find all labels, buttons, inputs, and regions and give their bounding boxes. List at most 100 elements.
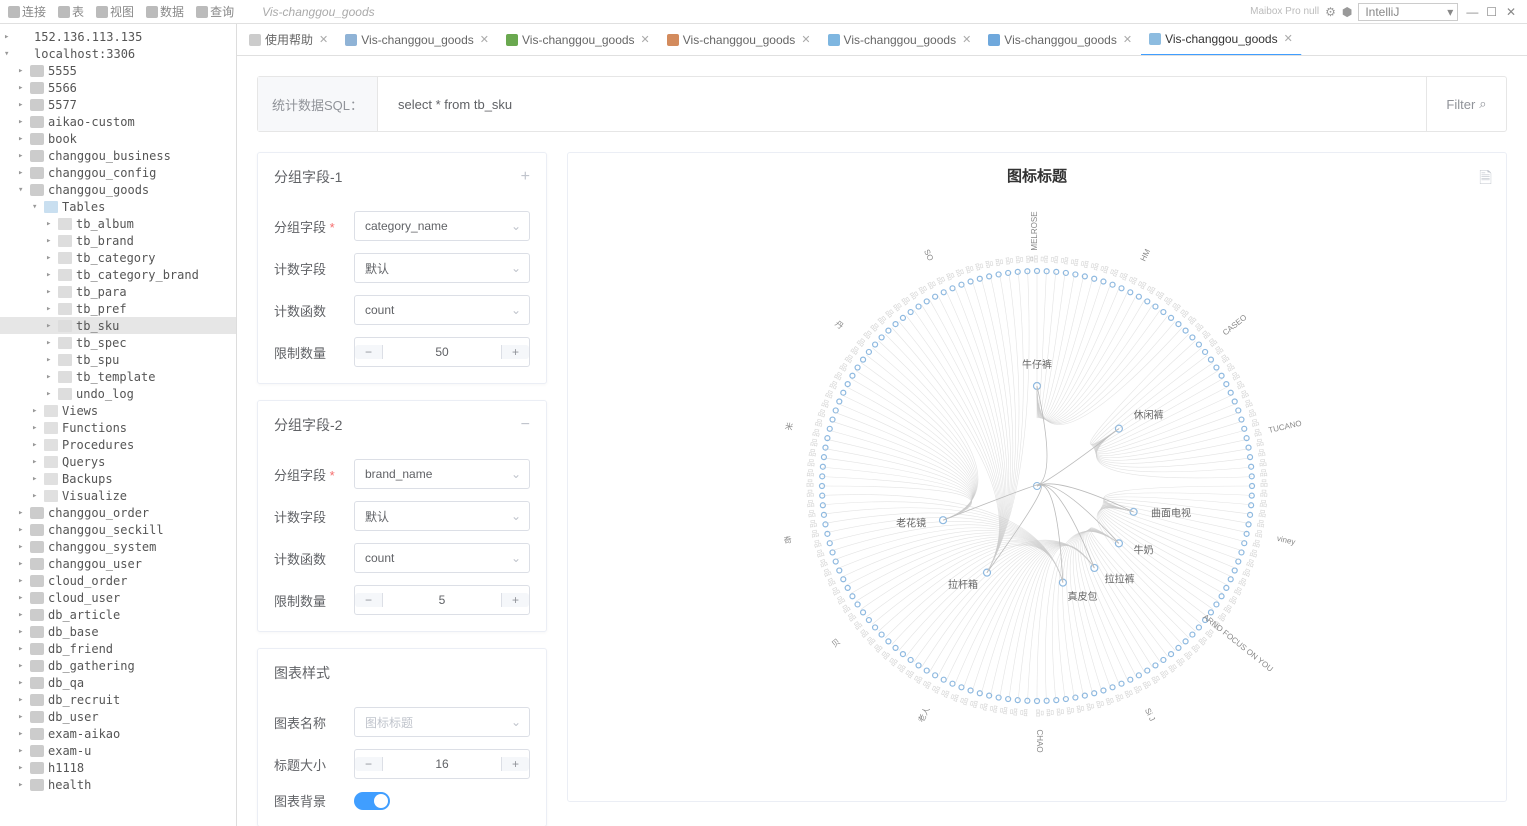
decrement-button[interactable]: −	[355, 345, 383, 359]
tree-node-changgou_config[interactable]: ▸changgou_config	[0, 164, 236, 181]
tree-node-cloud_order[interactable]: ▸cloud_order	[0, 572, 236, 589]
group1-limit-stepper[interactable]: − 50 +	[354, 337, 530, 367]
group2-countfield-select[interactable]: 默认	[354, 501, 530, 531]
tab-1[interactable]: Vis-changgou_goods✕	[337, 24, 498, 56]
tree-node-tb_category_brand[interactable]: ▸tb_category_brand	[0, 266, 236, 283]
tab-6[interactable]: Vis-changgou_goods✕	[1141, 24, 1302, 56]
tree-node-tb_category[interactable]: ▸tb_category	[0, 249, 236, 266]
tree-node-5566[interactable]: ▸5566	[0, 79, 236, 96]
group1-add-button[interactable]: +	[521, 168, 530, 186]
title-size-stepper[interactable]: − 16 +	[354, 749, 530, 779]
hex-icon[interactable]: ⬢	[1342, 5, 1352, 19]
tree-node-Querys[interactable]: ▸Querys	[0, 453, 236, 470]
svg-text:品: 品	[1075, 704, 1085, 713]
increment-button[interactable]: +	[501, 345, 529, 359]
menubar: 连接 表 视图 数据 查询 Vis-changgou_goods Maibox …	[0, 0, 1527, 24]
tree-node-5577[interactable]: ▸5577	[0, 96, 236, 113]
group1-field-select[interactable]: category_name	[354, 211, 530, 241]
menu-connect[interactable]: 连接	[8, 3, 46, 20]
tree-node-tb_album[interactable]: ▸tb_album	[0, 215, 236, 232]
database-tree[interactable]: ▸152.136.113.135▾localhost:3306▸5555▸556…	[0, 24, 237, 826]
tree-node-tb_spec[interactable]: ▸tb_spec	[0, 334, 236, 351]
tree-node-Tables[interactable]: ▾Tables	[0, 198, 236, 215]
tree-node-tb_spu[interactable]: ▸tb_spu	[0, 351, 236, 368]
tree-node-Views[interactable]: ▸Views	[0, 402, 236, 419]
menu-view[interactable]: 视图	[96, 3, 134, 20]
tree-node-db_user[interactable]: ▸db_user	[0, 708, 236, 725]
tree-node-db_recruit[interactable]: ▸db_recruit	[0, 691, 236, 708]
close-icon[interactable]: ✕	[801, 33, 810, 46]
tree-node-health[interactable]: ▸health	[0, 776, 236, 793]
tab-0[interactable]: 使用帮助✕	[241, 24, 337, 56]
tree-node-Procedures[interactable]: ▸Procedures	[0, 436, 236, 453]
tree-node-book[interactable]: ▸book	[0, 130, 236, 147]
tree-node-tb_template[interactable]: ▸tb_template	[0, 368, 236, 385]
decrement-button[interactable]: −	[355, 593, 383, 607]
sql-input[interactable]: select * from tb_sku	[378, 77, 1426, 131]
group2-field-select[interactable]: brand_name	[354, 459, 530, 489]
tree-node-changgou_goods[interactable]: ▾changgou_goods	[0, 181, 236, 198]
chart-bg-switch[interactable]	[354, 792, 390, 810]
theme-dropdown[interactable]: IntelliJ	[1358, 3, 1458, 21]
svg-text:品: 品	[994, 257, 1004, 266]
tree-node-db_friend[interactable]: ▸db_friend	[0, 640, 236, 657]
tree-node-changgou_business[interactable]: ▸changgou_business	[0, 147, 236, 164]
minimize-button[interactable]: —	[1464, 5, 1480, 19]
close-icon[interactable]: ✕	[480, 33, 489, 46]
close-icon[interactable]: ✕	[641, 33, 650, 46]
tree-node-Backups[interactable]: ▸Backups	[0, 470, 236, 487]
close-icon[interactable]: ✕	[1123, 33, 1132, 46]
tree-node-5555[interactable]: ▸5555	[0, 62, 236, 79]
filter-button[interactable]: Filter ⌕	[1426, 77, 1506, 131]
tree-node-localhost:3306[interactable]: ▾localhost:3306	[0, 45, 236, 62]
tree-node-changgou_seckill[interactable]: ▸changgou_seckill	[0, 521, 236, 538]
group2-remove-button[interactable]: −	[521, 416, 530, 434]
close-icon[interactable]: ✕	[962, 33, 971, 46]
tree-node-Visualize[interactable]: ▸Visualize	[0, 487, 236, 504]
tree-node-changgou_user[interactable]: ▸changgou_user	[0, 555, 236, 572]
group1-countfield-select[interactable]: 默认	[354, 253, 530, 283]
tab-2[interactable]: Vis-changgou_goods✕	[498, 24, 659, 56]
menu-table[interactable]: 表	[58, 3, 84, 20]
tree-node-changgou_system[interactable]: ▸changgou_system	[0, 538, 236, 555]
tree-node-cloud_user[interactable]: ▸cloud_user	[0, 589, 236, 606]
increment-button[interactable]: +	[501, 757, 529, 771]
tree-node-tb_brand[interactable]: ▸tb_brand	[0, 232, 236, 249]
close-button[interactable]: ✕	[1503, 5, 1519, 19]
increment-button[interactable]: +	[501, 593, 529, 607]
tree-node-tb_pref[interactable]: ▸tb_pref	[0, 300, 236, 317]
menu-data[interactable]: 数据	[146, 3, 184, 20]
tree-node-db_qa[interactable]: ▸db_qa	[0, 674, 236, 691]
close-icon[interactable]: ✕	[319, 33, 328, 46]
tree-node-152.136.113.135[interactable]: ▸152.136.113.135	[0, 28, 236, 45]
tree-node-db_article[interactable]: ▸db_article	[0, 606, 236, 623]
decrement-button[interactable]: −	[355, 757, 383, 771]
tree-node-exam-aikao[interactable]: ▸exam-aikao	[0, 725, 236, 742]
doc-icon[interactable]: 🗎	[1479, 167, 1492, 194]
maximize-button[interactable]: ☐	[1484, 5, 1500, 19]
group2-countfunc-select[interactable]: count	[354, 543, 530, 573]
tree-node-undo_log[interactable]: ▸undo_log	[0, 385, 236, 402]
group2-limit-stepper[interactable]: − 5 +	[354, 585, 530, 615]
group1-countfunc-select[interactable]: count	[354, 295, 530, 325]
svg-text:牛仔裤: 牛仔裤	[1022, 358, 1052, 371]
close-icon[interactable]: ✕	[1284, 32, 1293, 45]
svg-text:品: 品	[1259, 499, 1268, 509]
tree-node-db_gathering[interactable]: ▸db_gathering	[0, 657, 236, 674]
tree-node-h1118[interactable]: ▸h1118	[0, 759, 236, 776]
tree-node-Functions[interactable]: ▸Functions	[0, 419, 236, 436]
tree-node-db_base[interactable]: ▸db_base	[0, 623, 236, 640]
chart-style-title: 图表样式	[274, 663, 330, 683]
tree-node-changgou_order[interactable]: ▸changgou_order	[0, 504, 236, 521]
tab-3[interactable]: Vis-changgou_goods✕	[659, 24, 820, 56]
svg-text:拉杆箱: 拉杆箱	[948, 578, 978, 591]
tree-node-tb_sku[interactable]: ▸tb_sku	[0, 317, 236, 334]
menu-query[interactable]: 查询	[196, 3, 234, 20]
chart-name-input[interactable]: 图标标题	[354, 707, 530, 737]
gear-icon[interactable]: ⚙	[1325, 5, 1336, 19]
tab-4[interactable]: Vis-changgou_goods✕	[820, 24, 981, 56]
tree-node-exam-u[interactable]: ▸exam-u	[0, 742, 236, 759]
tab-5[interactable]: Vis-changgou_goods✕	[980, 24, 1141, 56]
tree-node-tb_para[interactable]: ▸tb_para	[0, 283, 236, 300]
tree-node-aikao-custom[interactable]: ▸aikao-custom	[0, 113, 236, 130]
